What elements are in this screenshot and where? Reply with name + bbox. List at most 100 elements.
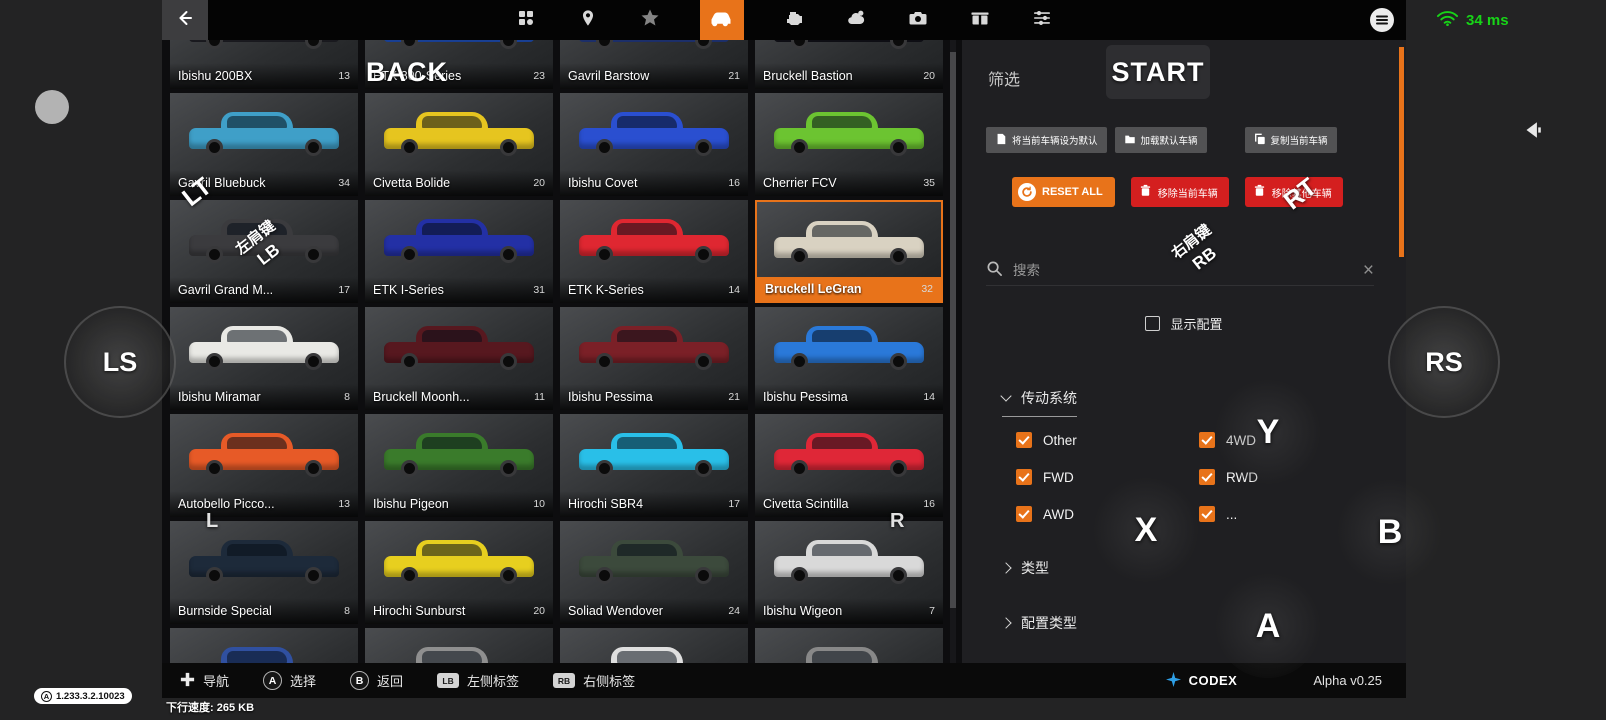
vehicle-card[interactable]: Ibishu 200BX 13 — [170, 40, 358, 89]
r-marker[interactable]: R — [890, 510, 904, 533]
vehicle-name: Autobello Picco... — [178, 497, 332, 511]
vehicle-image — [189, 324, 339, 370]
collapse-overlay-handle[interactable] — [1520, 117, 1546, 143]
gamepad-x-button[interactable]: X — [1094, 478, 1198, 582]
vehicle-label-bar: Ibishu 200BX 13 — [170, 63, 358, 89]
vehicle-label-bar: Gavril Barstow 21 — [560, 63, 748, 89]
filter-option-label: AWD — [1043, 507, 1074, 522]
show-config-checkbox[interactable]: 显示配置 — [962, 314, 1406, 333]
left-stick[interactable]: LS — [64, 306, 176, 418]
car-wheel — [695, 246, 712, 263]
vehicle-image — [384, 110, 534, 156]
vehicle-image — [384, 645, 534, 663]
vehicle-image — [384, 324, 534, 370]
tab-mods[interactable] — [968, 0, 992, 40]
vehicle-card[interactable]: Bruckell LeGran 32 — [755, 200, 943, 303]
vehicle-count: 34 — [338, 177, 350, 189]
vehicle-card[interactable]: ETK I-Series 31 — [365, 200, 553, 303]
vehicle-name: Hirochi Sunburst — [373, 604, 527, 618]
tab-tuning[interactable] — [1030, 0, 1054, 40]
grid-scrollbar[interactable] — [950, 40, 956, 663]
tab-vehicles[interactable] — [700, 0, 744, 40]
vehicle-count: 8 — [344, 391, 350, 403]
vehicle-card[interactable]: Hirochi SBR4 17 — [560, 414, 748, 517]
filter-option-label: ... — [1226, 507, 1237, 522]
vehicle-card[interactable]: Cherrier FCV 35 — [755, 93, 943, 196]
vehicle-name: Soliad Wendover — [568, 604, 722, 618]
touch-dot[interactable] — [35, 90, 69, 124]
tab-star[interactable] — [638, 0, 662, 40]
vehicle-card[interactable]: Autobello Picco... 13 — [170, 414, 358, 517]
vehicle-card[interactable]: Civetta Scintilla 16 — [755, 414, 943, 517]
vehicle-card[interactable]: Ibishu Wigeon 7 — [755, 521, 943, 624]
filter-panel-scrollbar[interactable] — [1399, 47, 1404, 257]
car-wheel — [500, 567, 517, 584]
vehicle-card[interactable]: Gavril Barstow 21 — [560, 40, 748, 89]
set-default-vehicle-button[interactable]: 将当前车辆设为默认 — [986, 127, 1107, 153]
back-button[interactable] — [162, 0, 208, 40]
grid-scrollbar-thumb[interactable] — [950, 52, 956, 608]
filter-option[interactable]: FWD — [1016, 469, 1199, 485]
filter-option[interactable]: Other — [1016, 432, 1199, 448]
vehicle-card[interactable]: Soliad Wendover 24 — [560, 521, 748, 624]
menu-button[interactable] — [1368, 6, 1396, 34]
vehicle-count: 31 — [533, 284, 545, 296]
vehicle-card[interactable]: ETK K-Series 14 — [560, 200, 748, 303]
vehicle-card[interactable]: Ibishu Pigeon 10 — [365, 414, 553, 517]
tab-map[interactable] — [576, 0, 600, 40]
car-wheel — [206, 139, 223, 156]
vehicle-card[interactable]: Hirochi Sunburst 20 — [365, 521, 553, 624]
tab-blocks[interactable] — [514, 0, 538, 40]
gamepad-b-button[interactable]: B — [1338, 480, 1442, 584]
clear-search-icon[interactable]: × — [1363, 261, 1374, 280]
remove-current-vehicle-button[interactable]: 移除当前车辆 — [1131, 177, 1229, 207]
vehicle-count: 20 — [533, 605, 545, 617]
reset-all-button[interactable]: RESET ALL — [1012, 177, 1115, 207]
vehicle-card[interactable]: Burnside Special 8 — [170, 521, 358, 624]
checkbox-icon — [1016, 469, 1032, 485]
gamepad-start-button[interactable]: START — [1106, 45, 1210, 99]
car-cabin — [416, 647, 488, 663]
vehicle-card[interactable] — [560, 628, 748, 663]
vehicle-card[interactable] — [365, 628, 553, 663]
vehicle-image — [384, 40, 534, 49]
hint-label: 左侧标签 — [467, 671, 519, 690]
vehicle-label-bar: Ibishu Covet 16 — [560, 170, 748, 196]
l-marker[interactable]: L — [206, 510, 218, 533]
vehicle-card[interactable] — [755, 628, 943, 663]
vehicle-card[interactable]: Ibishu Miramar 8 — [170, 307, 358, 410]
vehicle-card[interactable]: Bruckell Bastion 20 — [755, 40, 943, 89]
vehicle-card[interactable]: Ibishu Pessima 21 — [560, 307, 748, 410]
gamepad-back-button[interactable]: BACK — [366, 57, 448, 88]
clone-vehicle-button[interactable]: 复制当前车辆 — [1245, 127, 1337, 153]
section-drivetrain[interactable]: 传动系统 — [1002, 388, 1077, 417]
gamepad-a-button[interactable]: A — [1216, 574, 1320, 678]
vehicle-label-bar: ETK K-Series 14 — [560, 277, 748, 303]
filter-option[interactable]: ... — [1199, 506, 1356, 522]
gamepad-y-button[interactable]: Y — [1216, 380, 1320, 484]
car-wheel — [791, 353, 808, 370]
vehicle-name: Ibishu Covet — [568, 176, 722, 190]
tab-camera[interactable] — [906, 0, 930, 40]
right-stick[interactable]: RS — [1388, 306, 1500, 418]
trash-icon — [1253, 184, 1266, 200]
vehicle-name: Ibishu 200BX — [178, 69, 332, 83]
car-wheel — [500, 460, 517, 477]
vehicle-card[interactable] — [170, 628, 358, 663]
car-wheel — [596, 353, 613, 370]
vehicle-card[interactable]: Civetta Bolide 20 — [365, 93, 553, 196]
load-default-vehicle-button[interactable]: 加载默认车辆 — [1115, 127, 1207, 153]
vehicle-image — [579, 324, 729, 370]
vehicle-card[interactable]: Ibishu Covet 16 — [560, 93, 748, 196]
chevron-right-icon — [1000, 617, 1011, 628]
section-config-type[interactable]: 配置类型 — [1002, 613, 1077, 633]
vehicle-count: 21 — [728, 70, 740, 82]
section-type[interactable]: 类型 — [1002, 558, 1049, 578]
tab-engine[interactable] — [782, 0, 806, 40]
button-label: RESET ALL — [1042, 186, 1103, 198]
vehicle-card[interactable]: Bruckell Moonh... 11 — [365, 307, 553, 410]
vehicle-card[interactable]: Ibishu Pessima 14 — [755, 307, 943, 410]
vehicle-count: 20 — [533, 177, 545, 189]
tab-weather[interactable] — [844, 0, 868, 40]
car-wheel — [305, 460, 322, 477]
